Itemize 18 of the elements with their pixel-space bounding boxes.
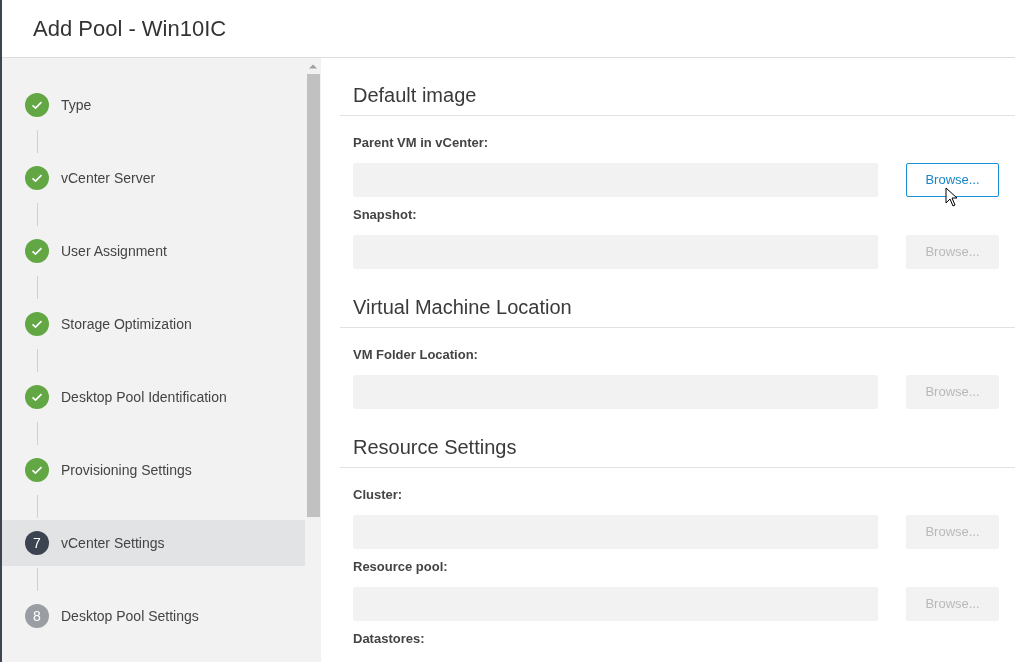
scrollbar-thumb[interactable]: [306, 74, 320, 517]
step-number: 8: [25, 604, 49, 628]
scroll-up-icon[interactable]: [308, 63, 318, 69]
step-number: 7: [25, 531, 49, 555]
field-label: Cluster:: [353, 486, 404, 504]
section-title: Resource Settings: [353, 435, 517, 460]
window-title: Add Pool - Win10IC: [33, 15, 227, 43]
mouse-pointer-icon: [945, 187, 958, 207]
field-label: Datastores:: [353, 630, 426, 648]
field-label: VM Folder Location:: [353, 346, 479, 364]
scrollbar[interactable]: [305, 58, 321, 662]
section-title: Virtual Machine Location: [353, 295, 572, 320]
section-title: Default image: [353, 83, 477, 108]
field-label: Snapshot:: [353, 206, 418, 224]
wizard-step[interactable]: 7 vCenter Settings: [2, 520, 305, 566]
browse-button[interactable]: Browse...: [906, 163, 999, 197]
field-label: Parent VM in vCenter:: [353, 134, 490, 152]
field-label: Resource pool:: [353, 558, 449, 576]
